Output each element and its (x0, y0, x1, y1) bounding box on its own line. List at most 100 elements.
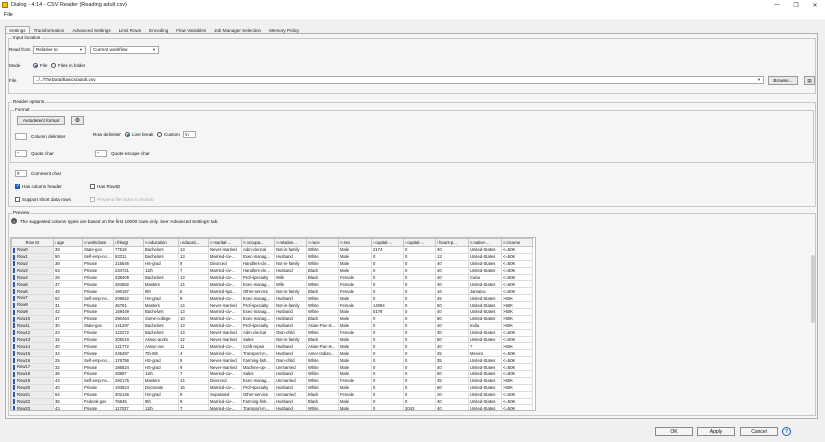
column-header[interactable]: Icapital-... (403, 238, 436, 247)
custom-delimiter-radio[interactable] (157, 132, 162, 137)
column-header[interactable]: Row ID (11, 238, 54, 247)
table-cell: Male (338, 314, 372, 323)
table-cell: United-States (468, 280, 502, 289)
column-header[interactable]: Ihours-p... (435, 238, 469, 247)
column-header[interactable]: Seducation (143, 238, 179, 247)
quote-char-input[interactable]: " (15, 150, 27, 157)
has-column-header-checkbox[interactable] (15, 183, 20, 189)
file-path-input[interactable]: ../../TheData/Basics/adult.csv ▼ (33, 76, 764, 84)
table-row[interactable]: Row19 43 Self-emp-no... 292175 Masters 14 Divo… (11, 376, 533, 385)
table-cell: 7 (178, 404, 209, 411)
table-row[interactable]: Row2 38 Private 215646 HS-grad 9 Divorced Handl… (11, 259, 533, 268)
table-row[interactable]: Row10 37 Private 280464 Some-college 10 Marrie… (11, 314, 533, 323)
table-cell: 50 (435, 335, 469, 344)
cell-value: 0 (373, 330, 376, 336)
folder-icon: ▤ (807, 77, 812, 83)
cell-value: HS-grad (145, 364, 161, 370)
menu-file[interactable]: File (4, 12, 13, 18)
table-row[interactable]: Row3 53 Private 234721 11th 7 Married-civ-... H… (11, 266, 533, 275)
line-break-radio[interactable] (125, 132, 130, 137)
maximize-button[interactable]: ❐ (786, 0, 806, 10)
column-header[interactable]: Ieducati... (178, 238, 209, 247)
read-from-select[interactable]: Relative to ▼ (33, 46, 86, 54)
cell-value: 0 (405, 337, 408, 343)
mode-file-radio[interactable] (33, 63, 38, 68)
cell-value: >50K (503, 343, 513, 349)
table-row[interactable]: Row23 43 Private 117037 11th 7 Married-civ-...… (11, 404, 533, 411)
browse-button[interactable]: Browse... (768, 76, 798, 85)
table-row[interactable]: Row13 32 Private 205019 Assoc-acdm 12 Never-ma… (11, 335, 533, 344)
column-header-label: race (311, 240, 320, 245)
cancel-button[interactable]: Cancel (740, 427, 778, 436)
column-type-icon: I (115, 241, 117, 245)
column-header[interactable]: Soccupa... (241, 238, 275, 247)
apply-button[interactable]: Apply (697, 427, 735, 436)
table-row[interactable]: Row18 38 Private 28887 11th 7 Married-civ-... S… (11, 370, 533, 378)
table-row[interactable]: Row7 52 Self-emp-no... 209642 HS-grad 9 Marrie… (11, 294, 533, 303)
table-row[interactable]: Row9 42 Private 159449 Bachelors 13 Married-ci… (11, 308, 533, 316)
table-cell: 0 (371, 280, 404, 289)
cell-value: Married-civ-... (210, 343, 236, 349)
table-row[interactable]: Row4 28 Private 338409 Bachelors 13 Married-ci… (11, 273, 533, 282)
column-header[interactable]: Icapital-... (371, 238, 404, 247)
table-row[interactable]: Row14 40 Private 121772 Assoc-voc 11 Married-c… (11, 342, 533, 351)
table-row[interactable]: Row8 31 Private 45781 Masters 14 Never-married… (11, 301, 533, 310)
cell-value: United-States (470, 247, 496, 253)
table-row[interactable]: Row1 50 Self-emp-no... 83311 Bachelors 13 Marr… (11, 252, 533, 261)
column-header[interactable]: Srace (306, 238, 339, 247)
help-icon[interactable]: ? (782, 427, 791, 436)
cell-value: Self-emp-no... (84, 357, 111, 363)
cell-value: Female (340, 288, 354, 294)
table-row[interactable]: Row5 37 Private 284582 Masters 14 Married-civ-… (11, 280, 533, 289)
column-delimiter-input[interactable]: , (15, 133, 27, 140)
cell-value: Divorced (210, 261, 227, 267)
table-row[interactable]: Row22 35 Federal-gov 76845 9th 5 Married-civ-.… (11, 397, 533, 406)
mode-folder-radio[interactable] (51, 63, 56, 68)
file-system-button[interactable]: ▤ (804, 76, 815, 85)
column-header[interactable]: Iage (53, 238, 83, 247)
table-row[interactable]: Row0 39 State-gov 77516 Bachelors 13 Never-mar… (11, 246, 533, 254)
column-header[interactable]: Srelation... (274, 238, 307, 247)
table-row[interactable]: Row21 54 Private 302146 HS-grad 9 Separated Oth… (11, 390, 533, 399)
table-row[interactable]: Row17 32 Private 186824 HS-grad 9 Never-marrie… (11, 363, 533, 372)
autodetect-format-button[interactable]: Autodetect format (17, 116, 65, 125)
support-short-rows-label: Support short data rows (22, 197, 71, 202)
table-cell: 176756 (113, 356, 144, 365)
cell-value: 7 (180, 405, 183, 411)
table-row[interactable]: Row20 40 Private 193524 Doctorate 16 Married-c… (11, 383, 533, 392)
cell-value: Male (340, 337, 350, 343)
column-header[interactable]: Ssex (338, 238, 372, 247)
preview-scrollbar[interactable] (811, 255, 815, 323)
preview-table[interactable]: Row ID Iage Sworkclass Ifnlwgt Seducation Ied… (10, 237, 536, 411)
minimize-button[interactable]: — (767, 0, 787, 10)
column-header[interactable]: Ifnlwgt (113, 238, 144, 247)
support-short-rows-checkbox[interactable] (15, 197, 20, 202)
table-row[interactable]: Row11 30 State-gov 141297 Bachelors 13 Married… (11, 321, 533, 330)
cell-value: Wife (276, 281, 285, 287)
table-cell: White (306, 259, 339, 268)
has-rowid-checkbox[interactable] (90, 184, 95, 189)
row-marker (13, 385, 15, 391)
table-cell: Private (82, 314, 114, 323)
cell-value: Federal-gov (84, 399, 107, 405)
cell-value: Male (340, 399, 350, 405)
cell-value: 40 (55, 385, 60, 391)
table-row[interactable]: Row12 23 Private 122272 Bachelors 13 Never-mar… (11, 328, 533, 337)
column-header[interactable]: Smarital-... (208, 238, 242, 247)
quote-escape-input[interactable]: " (95, 150, 107, 157)
column-header[interactable]: Sworkclass (82, 238, 114, 247)
comment-char-input[interactable]: # (15, 170, 27, 177)
table-row[interactable]: Row15 34 Private 245487 7th-8th 4 Married-civ-… (11, 349, 533, 358)
column-header[interactable]: Sincome (501, 238, 533, 247)
custom-delimiter-input[interactable]: \n (183, 131, 196, 138)
cell-value: White (308, 378, 319, 384)
close-button[interactable]: ✕ (805, 0, 825, 10)
ok-button[interactable]: OK (655, 427, 693, 436)
column-header[interactable]: Snative-... (468, 238, 502, 247)
relative-to-select[interactable]: Current workflow ▼ (90, 46, 159, 54)
format-settings-button[interactable]: ⚙ (71, 116, 84, 125)
prepend-file-index-checkbox[interactable] (90, 197, 95, 202)
cell-value: 193524 (115, 385, 129, 391)
table-row[interactable]: Row6 49 Private 160187 9th 5 Married-spo... Oth… (11, 287, 533, 296)
table-row[interactable]: Row16 25 Self-emp-no... 176756 HS-grad 9 Never… (11, 356, 533, 365)
